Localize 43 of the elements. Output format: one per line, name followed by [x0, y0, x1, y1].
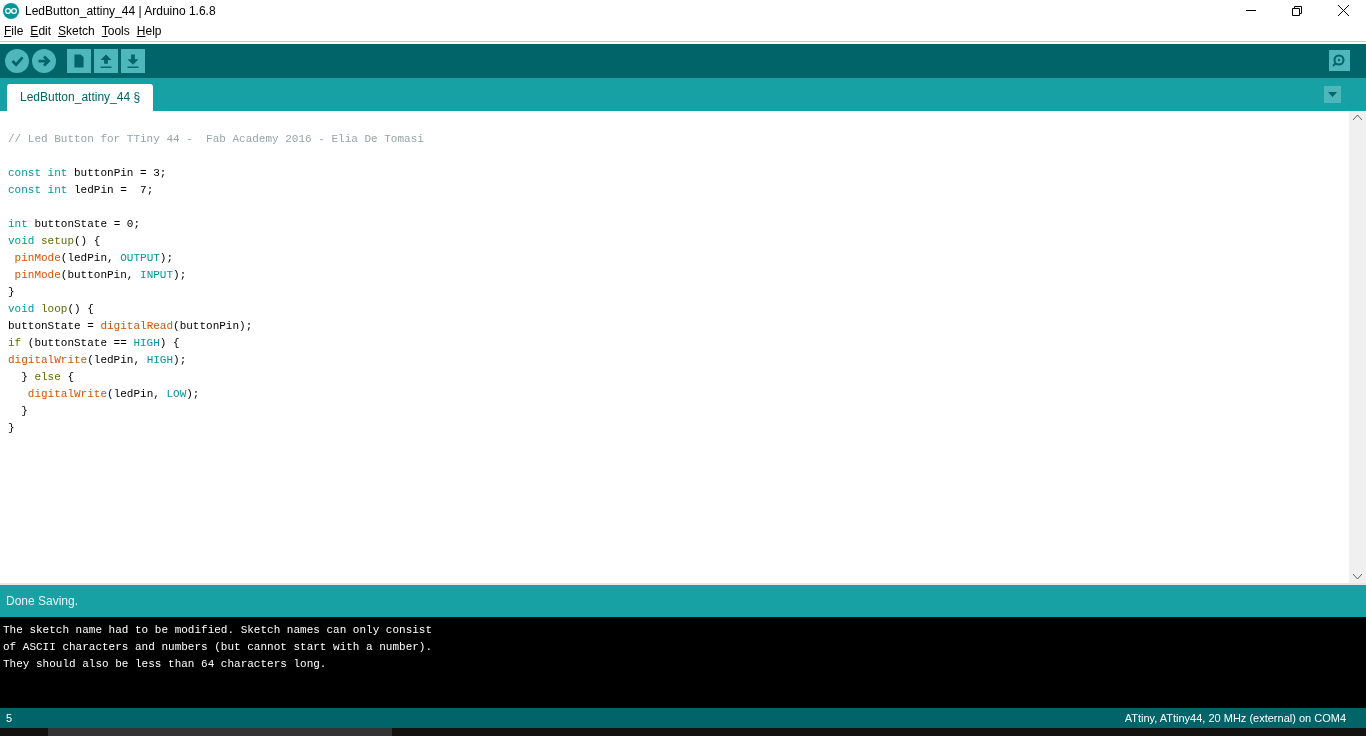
- code-line: } else {: [20, 369, 74, 385]
- scroll-up-icon: [1353, 114, 1362, 120]
- code-line: pinMode(buttonPin, INPUT);: [13, 267, 187, 283]
- tab-menu-button[interactable]: [1324, 85, 1341, 103]
- open-button[interactable]: [94, 48, 118, 73]
- code-line: const int buttonPin = 3;: [8, 165, 167, 181]
- caret-icon: [1328, 91, 1337, 97]
- code-line: }: [8, 284, 15, 300]
- console-line: They should also be less than 64 characters long.: [3, 657, 327, 673]
- code-line: }: [20, 403, 28, 419]
- line-number: 5: [6, 710, 13, 726]
- menu-item[interactable]: Sketch: [58, 22, 95, 41]
- menu-item[interactable]: Tools: [101, 22, 130, 41]
- code-line: digitalWrite(ledPin, HIGH);: [8, 352, 187, 368]
- file-tab[interactable]: LedButton_attiny_44 §: [7, 83, 154, 111]
- upload-button[interactable]: [32, 48, 56, 73]
- scrollbar[interactable]: [1349, 110, 1366, 583]
- code-line: if (buttonState == HIGH) {: [8, 335, 180, 351]
- minimize-icon: [1246, 10, 1256, 12]
- menu-item[interactable]: Help: [136, 22, 162, 41]
- code-line: void loop() {: [8, 301, 94, 317]
- menu-item[interactable]: File: [4, 22, 24, 41]
- code-line: // Led Button for TTiny 44 - Fab Academy 2016 - Elia De Tomasi: [8, 131, 424, 147]
- verify-button[interactable]: [5, 48, 29, 73]
- code-line: void setup() {: [8, 233, 101, 249]
- code-line: int buttonState = 0;: [8, 216, 141, 232]
- board-info: ATtiny, ATtiny44, 20 MHz (external) on COM4: [1124, 710, 1346, 726]
- console-line: of ASCII characters and numbers (but cannot start with a number).: [3, 640, 433, 656]
- code-line: digitalWrite(ledPin, LOW);: [26, 386, 200, 402]
- new-button[interactable]: [67, 48, 91, 73]
- menu-item[interactable]: Edit: [30, 22, 52, 41]
- close-icon: [1337, 5, 1349, 17]
- code-line: const int ledPin = 7;: [8, 182, 154, 198]
- console-line: The sketch name had to be modified. Sketch names can only consist: [3, 623, 433, 639]
- scroll-down-icon: [1353, 573, 1362, 579]
- code-line: buttonState = digitalRead(buttonPin);: [8, 318, 253, 334]
- code-line: pinMode(ledPin, OUTPUT);: [13, 250, 174, 266]
- window-title: LedButton_attiny_44 | Arduino 1.6.8: [25, 2, 216, 20]
- serial-monitor-button[interactable]: [1329, 50, 1350, 72]
- code-line: }: [8, 420, 15, 436]
- status-message: Done Saving.: [6, 593, 79, 610]
- restore-icon: [1292, 5, 1302, 16]
- save-button[interactable]: [121, 48, 145, 73]
